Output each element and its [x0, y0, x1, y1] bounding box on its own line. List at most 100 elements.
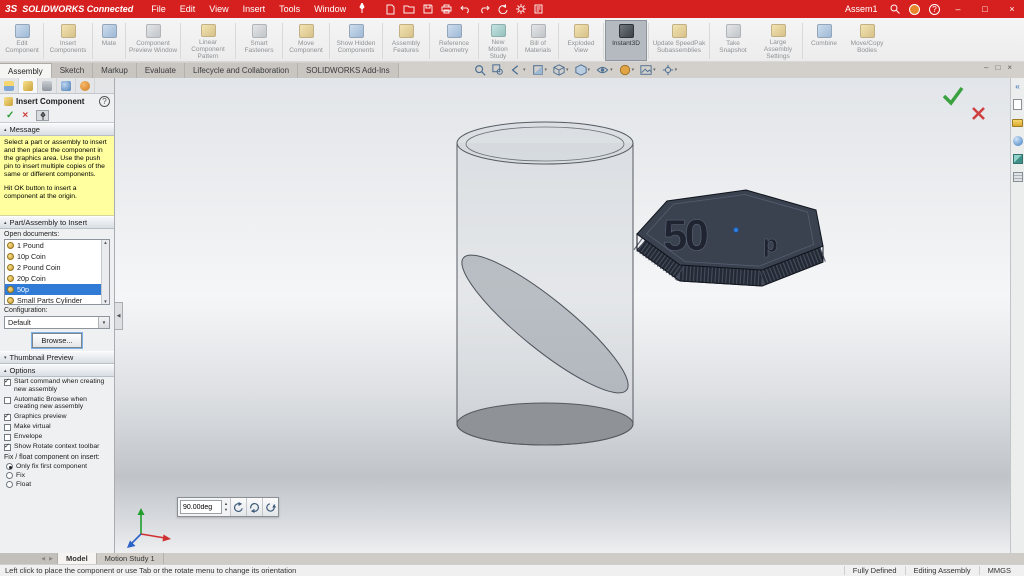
display-style-icon[interactable]: ▾	[575, 64, 591, 76]
appearances-icon[interactable]	[1012, 135, 1023, 146]
list-item[interactable]: 20p Coin	[5, 273, 109, 284]
open-document-icon[interactable]	[403, 4, 415, 14]
graphics-viewport[interactable]: 50 p ▲▼	[115, 78, 1010, 553]
rotation-angle-input[interactable]	[180, 500, 222, 514]
keep-visible-pin-button[interactable]	[36, 110, 49, 121]
checkbox[interactable]	[4, 434, 11, 441]
featuremanager-tab[interactable]	[0, 78, 19, 93]
3dexperience-taskpane-icon[interactable]	[1012, 99, 1023, 110]
option-show-rotate-context-toolbar[interactable]: Show Rotate context toolbar	[0, 442, 114, 452]
menu-insert[interactable]: Insert	[237, 0, 272, 18]
doc-close-icon[interactable]: ×	[1007, 63, 1012, 72]
section-view-icon[interactable]: ▾	[532, 64, 548, 76]
ribbon-button-large-assembly-settings[interactable]: Large Assembly Settings	[755, 20, 801, 61]
list-item[interactable]: Small Parts Cylinder	[5, 295, 109, 305]
file-properties-icon[interactable]	[534, 4, 543, 14]
tab-scroll-area[interactable]: ◀ ▶	[0, 553, 58, 564]
task-pane-expand-icon[interactable]: «	[1012, 81, 1023, 92]
zoom-to-fit-icon[interactable]	[474, 64, 486, 76]
ribbon-button-move-copy-bodies[interactable]: Move/Copy Bodies	[844, 20, 890, 61]
displaymanager-tab[interactable]	[76, 78, 95, 93]
option-make-virtual[interactable]: Make virtual	[0, 422, 114, 432]
custom-properties-icon[interactable]	[1012, 171, 1023, 182]
checkbox[interactable]	[4, 444, 11, 451]
tab-scroll-left-icon[interactable]: ◀	[41, 556, 45, 562]
tab-lifecycle-and-collaboration[interactable]: Lifecycle and Collaboration	[185, 63, 298, 78]
radio-button[interactable]	[6, 463, 13, 470]
ribbon-button-bill-of-materials[interactable]: Bill of Materials	[519, 20, 557, 61]
search-icon[interactable]	[890, 4, 900, 14]
new-document-icon[interactable]	[386, 4, 395, 15]
close-window-button[interactable]: ×	[1003, 0, 1021, 18]
cancel-button[interactable]: ×	[22, 110, 28, 121]
options-section-header[interactable]: ▴Options	[0, 364, 114, 377]
ribbon-button-assembly-features[interactable]: Assembly Features	[384, 20, 428, 61]
minimize-window-button[interactable]: –	[949, 0, 967, 18]
checkbox[interactable]	[4, 379, 11, 386]
list-item[interactable]: 2 Pound Coin	[5, 262, 109, 273]
ribbon-button-exploded-view[interactable]: Exploded View	[560, 20, 602, 61]
radio-button[interactable]	[6, 481, 13, 488]
list-item-selected[interactable]: 50p	[5, 284, 109, 295]
ribbon-button-component-preview-window[interactable]: Component Preview Window	[127, 20, 179, 61]
ribbon-button-show-hidden-components[interactable]: Show Hidden Components	[331, 20, 381, 61]
ribbon-button-move-component[interactable]: Move Component	[284, 20, 328, 61]
tab-scroll-right-icon[interactable]: ▶	[49, 556, 53, 562]
ribbon-button-smart-fasteners[interactable]: Smart Fasteners	[237, 20, 281, 61]
tab-markup[interactable]: Markup	[93, 63, 137, 78]
propertymanager-tab[interactable]	[19, 78, 38, 93]
user-avatar[interactable]	[909, 4, 920, 15]
checkbox[interactable]	[4, 414, 11, 421]
options-gear-icon[interactable]	[516, 4, 526, 14]
radio-button[interactable]	[6, 472, 13, 479]
ribbon-button-linear-component-pattern[interactable]: Linear Component Pattern	[182, 20, 234, 61]
list-item[interactable]: 1 Pound	[5, 240, 109, 251]
ribbon-button-edit-component[interactable]: Edit Component	[2, 20, 42, 61]
print-icon[interactable]	[441, 4, 452, 14]
ribbon-button-reference-geometry[interactable]: Reference Geometry	[431, 20, 477, 61]
ribbon-button-take-snapshot[interactable]: Take Snapshot	[711, 20, 755, 61]
coin-50p-part[interactable]: 50 p	[637, 190, 823, 286]
maximize-window-button[interactable]: □	[976, 0, 994, 18]
menu-view[interactable]: View	[203, 0, 234, 18]
ribbon-button-combine[interactable]: Combine	[804, 20, 844, 61]
dropdown-arrow-icon[interactable]: ▼	[98, 317, 109, 328]
rebuild-icon[interactable]	[498, 4, 508, 14]
zoom-to-area-icon[interactable]	[492, 64, 504, 76]
list-scrollbar[interactable]: ▲ ▼	[101, 240, 109, 304]
cylinder-part[interactable]	[448, 122, 643, 445]
save-icon[interactable]	[423, 4, 433, 14]
view-orientation-icon[interactable]: ▾	[553, 64, 569, 76]
view-settings-icon[interactable]: ▾	[662, 64, 678, 76]
spin-down-icon[interactable]: ▼	[222, 507, 230, 513]
list-item[interactable]: 10p Coin	[5, 251, 109, 262]
pm-help-icon[interactable]: ?	[99, 96, 110, 107]
open-documents-list[interactable]: 1 Pound 10p Coin 2 Pound Coin 20p Coin 5…	[4, 239, 110, 305]
tab-evaluate[interactable]: Evaluate	[137, 63, 185, 78]
apply-scene-icon[interactable]: ▾	[640, 64, 656, 76]
help-icon[interactable]: ?	[929, 4, 940, 15]
ribbon-button-mate[interactable]: Mate	[94, 20, 124, 61]
checkbox[interactable]	[4, 424, 11, 431]
thumbnail-preview-section-header[interactable]: ▾Thumbnail Preview	[0, 351, 114, 364]
angle-spinner[interactable]: ▲▼	[222, 498, 230, 516]
radio-fix[interactable]: Fix	[0, 471, 114, 480]
model-tab[interactable]: Model	[58, 553, 97, 564]
option-envelope[interactable]: Envelope	[0, 432, 114, 442]
message-section-header[interactable]: ▴Message	[0, 123, 114, 136]
checkbox[interactable]	[4, 397, 11, 404]
ribbon-button-new-motion-study[interactable]: New Motion Study	[480, 20, 516, 61]
menu-edit[interactable]: Edit	[174, 0, 202, 18]
ribbon-button-insert-components[interactable]: Insert Components	[45, 20, 91, 61]
option-automatic-browse[interactable]: Automatic Browse when creating new assem…	[0, 395, 114, 413]
scroll-down-icon[interactable]: ▼	[103, 299, 107, 304]
browse-button[interactable]: Browse...	[32, 333, 81, 348]
rotate-x-button[interactable]	[230, 498, 246, 516]
scroll-up-icon[interactable]: ▲	[103, 240, 107, 245]
menu-tools[interactable]: Tools	[273, 0, 306, 18]
menu-file[interactable]: File	[145, 0, 172, 18]
panel-collapse-handle[interactable]: ◀	[115, 302, 123, 330]
doc-restore-icon[interactable]: □	[995, 63, 1000, 72]
redo-icon[interactable]	[479, 5, 490, 14]
option-graphics-preview[interactable]: Graphics preview	[0, 412, 114, 422]
